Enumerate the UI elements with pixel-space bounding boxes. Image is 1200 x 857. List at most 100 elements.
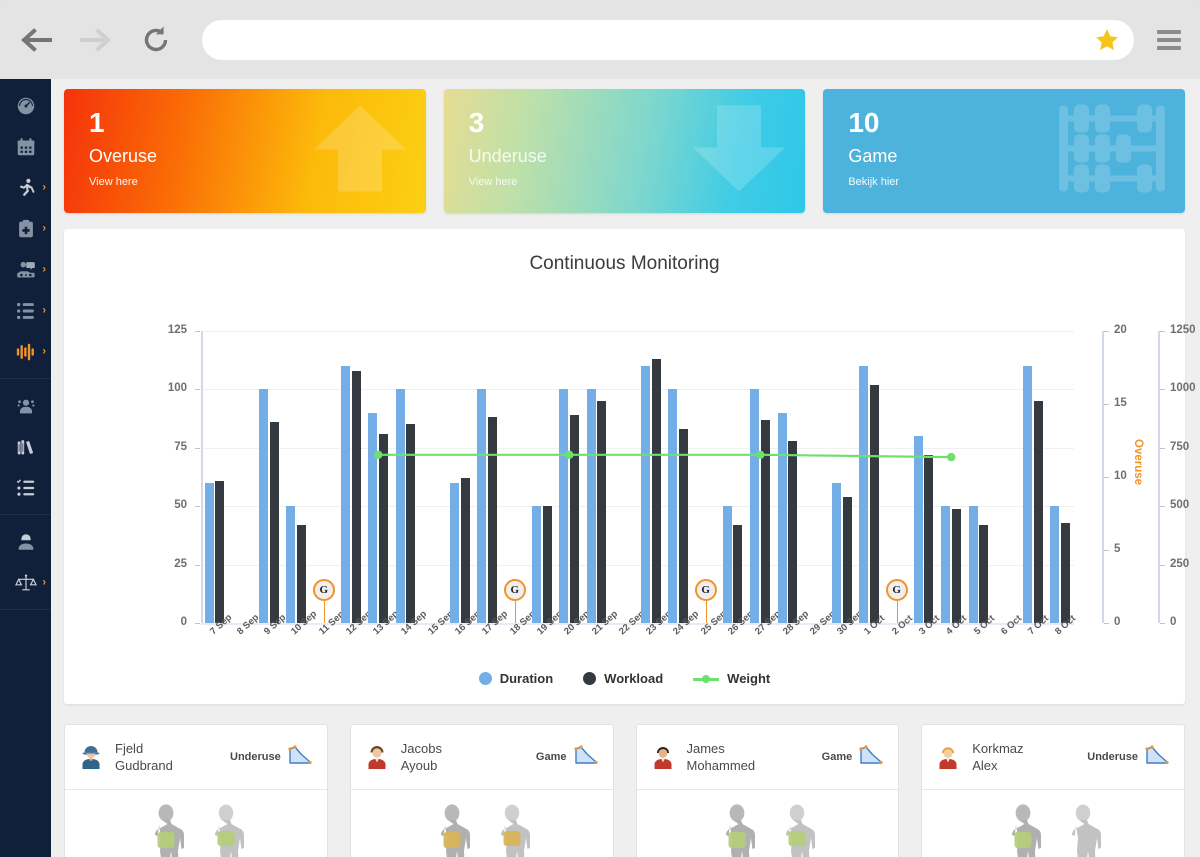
forward-button[interactable] (72, 16, 120, 64)
sidebar-item-profile[interactable] (0, 521, 51, 562)
sidebar-item-tests[interactable]: › (0, 290, 51, 331)
bar-workload[interactable] (297, 525, 306, 623)
sidebar-item-checklist[interactable] (0, 467, 51, 508)
bar-duration[interactable] (723, 506, 732, 623)
hamburger-menu-icon[interactable] (1146, 16, 1192, 64)
game-marker[interactable]: G (504, 579, 528, 601)
address-bar[interactable] (202, 20, 1134, 60)
y-tick (1104, 623, 1109, 624)
game-marker[interactable]: G (695, 579, 719, 601)
bar-workload[interactable] (215, 481, 224, 623)
y-axis-secondary-tick-label: 500 (1170, 499, 1189, 511)
athlete-last-name: Gudbrand (115, 758, 173, 773)
y-axis-tick-label: 25 (155, 558, 187, 570)
bar-workload[interactable] (597, 401, 606, 623)
bar-workload[interactable] (679, 429, 688, 623)
bar-workload[interactable] (870, 385, 879, 623)
bar-workload[interactable] (461, 478, 470, 623)
stat-card-overuse[interactable]: 1OveruseView here (64, 89, 426, 213)
bar-duration[interactable] (450, 483, 459, 623)
gauge-icon (15, 95, 37, 117)
athlete-status[interactable]: Underuse (230, 745, 313, 770)
athlete-status[interactable]: Game (822, 745, 885, 770)
bar-duration[interactable] (205, 483, 214, 623)
bar-duration[interactable] (832, 483, 841, 623)
bar-duration[interactable] (1050, 506, 1059, 623)
legend-item-weight[interactable]: Weight (693, 671, 770, 686)
sidebar-item-teams[interactable] (0, 385, 51, 426)
bar-duration[interactable] (286, 506, 295, 623)
back-button[interactable] (12, 16, 60, 64)
bar-workload[interactable] (733, 525, 742, 623)
sidebar-item-training[interactable]: › (0, 167, 51, 208)
athlete-status[interactable]: Underuse (1087, 745, 1170, 770)
bar-duration[interactable] (750, 389, 759, 623)
bar-duration[interactable] (668, 389, 677, 623)
athlete-body-diagram[interactable] (922, 789, 1184, 857)
x-axis-tick-label: 6 Oct (999, 613, 1024, 637)
bar-workload[interactable] (352, 371, 361, 623)
bar-duration[interactable] (941, 506, 950, 623)
bar-workload[interactable] (1034, 401, 1043, 623)
sidebar-item-medical[interactable]: › (0, 208, 51, 249)
bar-duration[interactable] (914, 436, 923, 623)
bar-duration[interactable] (778, 413, 787, 623)
sidebar-item-compare[interactable]: › (0, 562, 51, 603)
bar-workload[interactable] (488, 417, 497, 623)
athlete-status[interactable]: Game (536, 745, 599, 770)
sidebar-item-communication[interactable]: › (0, 249, 51, 290)
bar-workload[interactable] (652, 359, 661, 623)
sidebar-item-dashboard[interactable] (0, 85, 51, 126)
stat-card-link[interactable]: View here (469, 177, 518, 188)
sidebar-item-calendar[interactable] (0, 126, 51, 167)
stat-card-link[interactable]: View here (89, 177, 138, 188)
stat-card-game[interactable]: 10GameBekijk hier (823, 89, 1185, 213)
sidebar-item-library[interactable] (0, 426, 51, 467)
stat-card-underuse[interactable]: 3UnderuseView here (444, 89, 806, 213)
athlete-body-diagram[interactable] (637, 789, 899, 857)
bar-workload[interactable] (270, 422, 279, 623)
legend-item-workload[interactable]: Workload (583, 671, 663, 686)
athlete-body-diagram[interactable] (351, 789, 613, 857)
bar-workload[interactable] (1061, 523, 1070, 623)
stat-card-link[interactable]: Bekijk hier (848, 177, 899, 188)
reload-button[interactable] (132, 16, 180, 64)
bar-duration[interactable] (859, 366, 868, 623)
bar-duration[interactable] (559, 389, 568, 623)
bar-duration[interactable] (259, 389, 268, 623)
bar-workload[interactable] (379, 434, 388, 623)
bar-duration[interactable] (641, 366, 650, 623)
bar-workload[interactable] (761, 420, 770, 623)
game-marker[interactable]: G (313, 579, 337, 601)
athlete-body-diagram[interactable] (65, 789, 327, 857)
game-marker[interactable]: G (886, 579, 910, 601)
bar-workload[interactable] (979, 525, 988, 623)
athlete-status-label: Underuse (1087, 751, 1138, 763)
bar-workload[interactable] (843, 497, 852, 623)
bar-workload[interactable] (788, 441, 797, 623)
bar-duration[interactable] (587, 389, 596, 623)
bar-duration[interactable] (396, 389, 405, 623)
bar-duration[interactable] (1023, 366, 1032, 623)
athlete-card[interactable]: KorkmazAlexUnderuse (921, 724, 1185, 857)
sidebar-item-monitoring[interactable]: › (0, 331, 51, 372)
bar-duration[interactable] (341, 366, 350, 623)
bar-workload[interactable] (543, 506, 552, 623)
bar-duration[interactable] (368, 413, 377, 623)
star-icon[interactable] (1088, 27, 1134, 53)
athlete-card[interactable]: FjeldGudbrandUnderuse (64, 724, 328, 857)
bar-duration[interactable] (532, 506, 541, 623)
y-axis-secondary-tick-label: 1250 (1170, 324, 1196, 336)
game-marker-label: G (504, 579, 526, 601)
legend-item-duration[interactable]: Duration (479, 671, 553, 686)
url-input[interactable] (202, 21, 1088, 59)
athlete-card[interactable]: JacobsAyoubGame (350, 724, 614, 857)
bar-duration[interactable] (969, 506, 978, 623)
bar-workload[interactable] (924, 455, 933, 623)
bar-workload[interactable] (406, 424, 415, 623)
athlete-card[interactable]: JamesMohammedGame (636, 724, 900, 857)
bar-workload[interactable] (570, 415, 579, 623)
bar-workload[interactable] (952, 509, 961, 623)
bar-duration[interactable] (477, 389, 486, 623)
body-back-view (203, 804, 249, 857)
